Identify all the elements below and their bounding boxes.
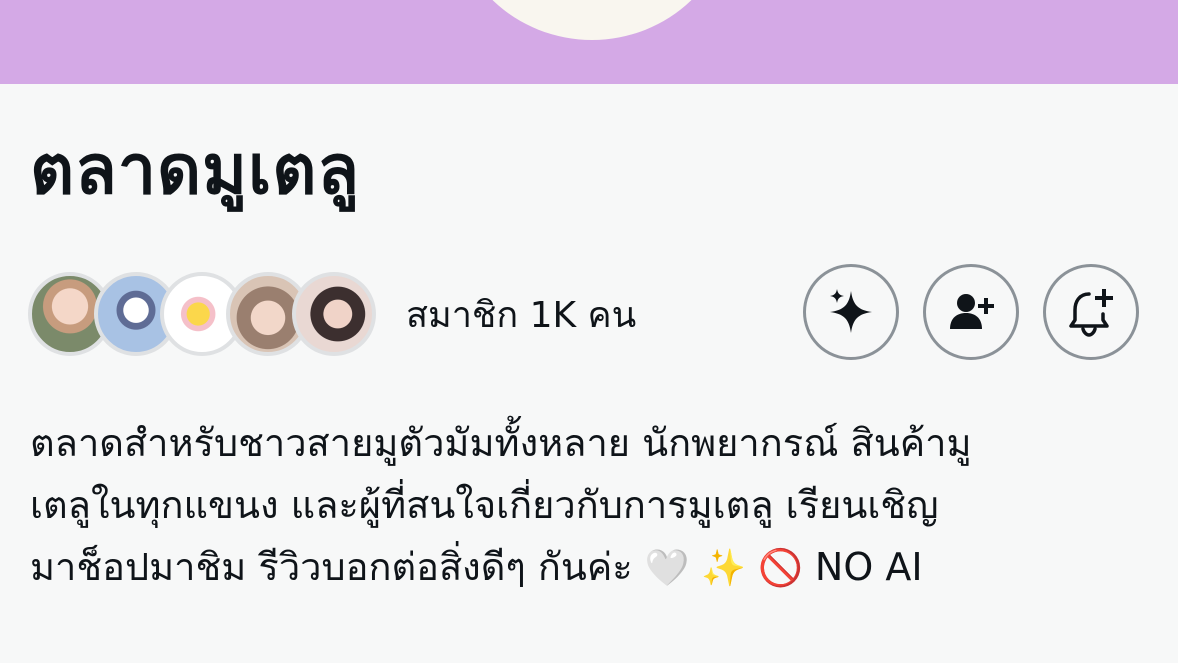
description-line: ตลาดสำหรับชาวสายมูตัวมัมทั้งหลาย นักพยาก…	[30, 421, 972, 465]
community-title: ตลาดมูเตลู	[30, 131, 361, 210]
description-line: เตลูในทุกแขนง และผู้ที่สนใจเกี่ยวกับการม…	[30, 483, 939, 527]
bell-plus-icon	[1069, 289, 1113, 337]
member-count[interactable]: สมาชิก 1K คน	[406, 286, 636, 343]
description-line-last: มาช็อปมาชิม รีวิวบอกต่อสิ่งดีๆ กันค่ะ 🤍 …	[30, 536, 1160, 598]
action-buttons	[803, 264, 1139, 360]
description-text: มาช็อปมาชิม รีวิวบอกต่อสิ่งดีๆ กันค่ะ	[30, 545, 633, 589]
members-row[interactable]: สมาชิก 1K คน	[28, 268, 636, 360]
notifications-button[interactable]	[1043, 264, 1139, 360]
community-description: ตลาดสำหรับชาวสายมูตัวมัมทั้งหลาย นักพยาก…	[30, 412, 1160, 598]
person-add-icon	[950, 294, 994, 329]
explore-button[interactable]	[803, 264, 899, 360]
header-banner	[0, 0, 1178, 84]
heart-sparkle-emoji: 🤍 ✨	[644, 548, 746, 589]
member-avatar	[292, 272, 376, 356]
no-entry-icon: 🚫	[757, 548, 803, 589]
member-avatars[interactable]	[28, 272, 376, 356]
join-button[interactable]	[923, 264, 1019, 360]
sparkle-icon	[830, 289, 872, 333]
community-avatar-circle	[452, 0, 732, 40]
no-ai-label: NO AI	[814, 545, 923, 589]
